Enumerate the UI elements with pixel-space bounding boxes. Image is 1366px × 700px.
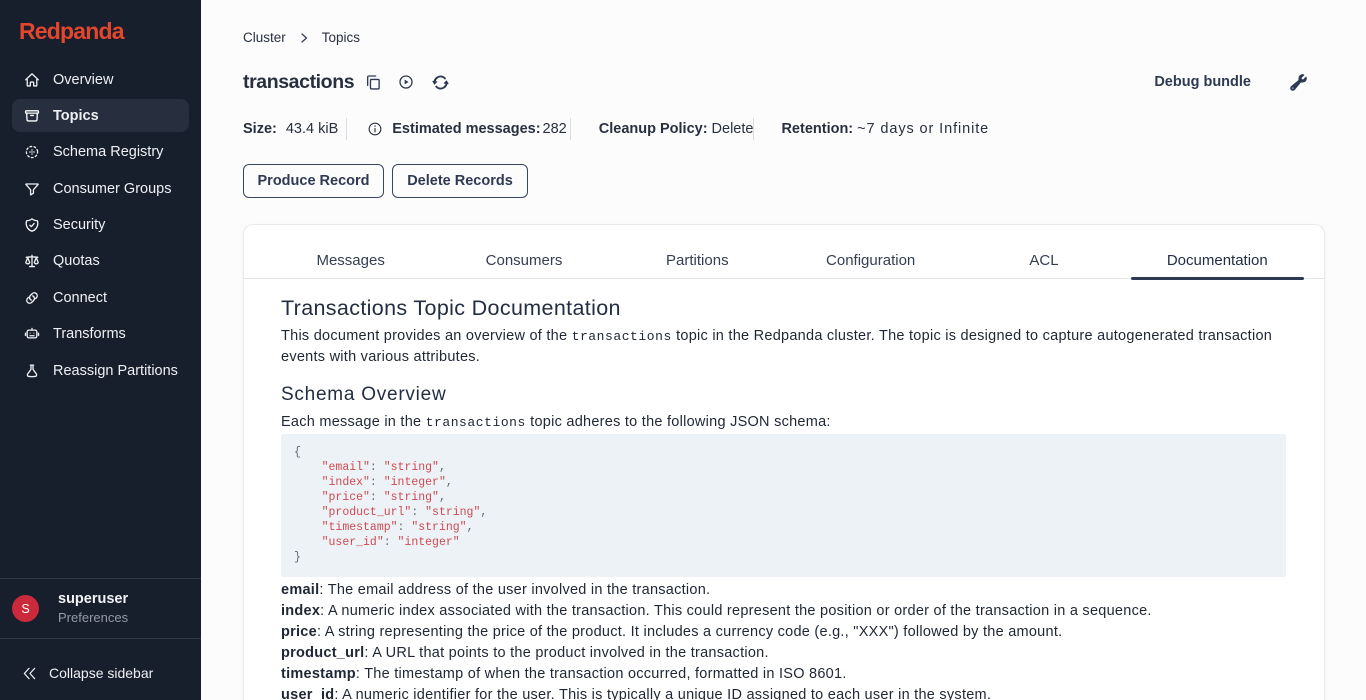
svg-text:Redpanda: Redpanda <box>20 21 125 43</box>
